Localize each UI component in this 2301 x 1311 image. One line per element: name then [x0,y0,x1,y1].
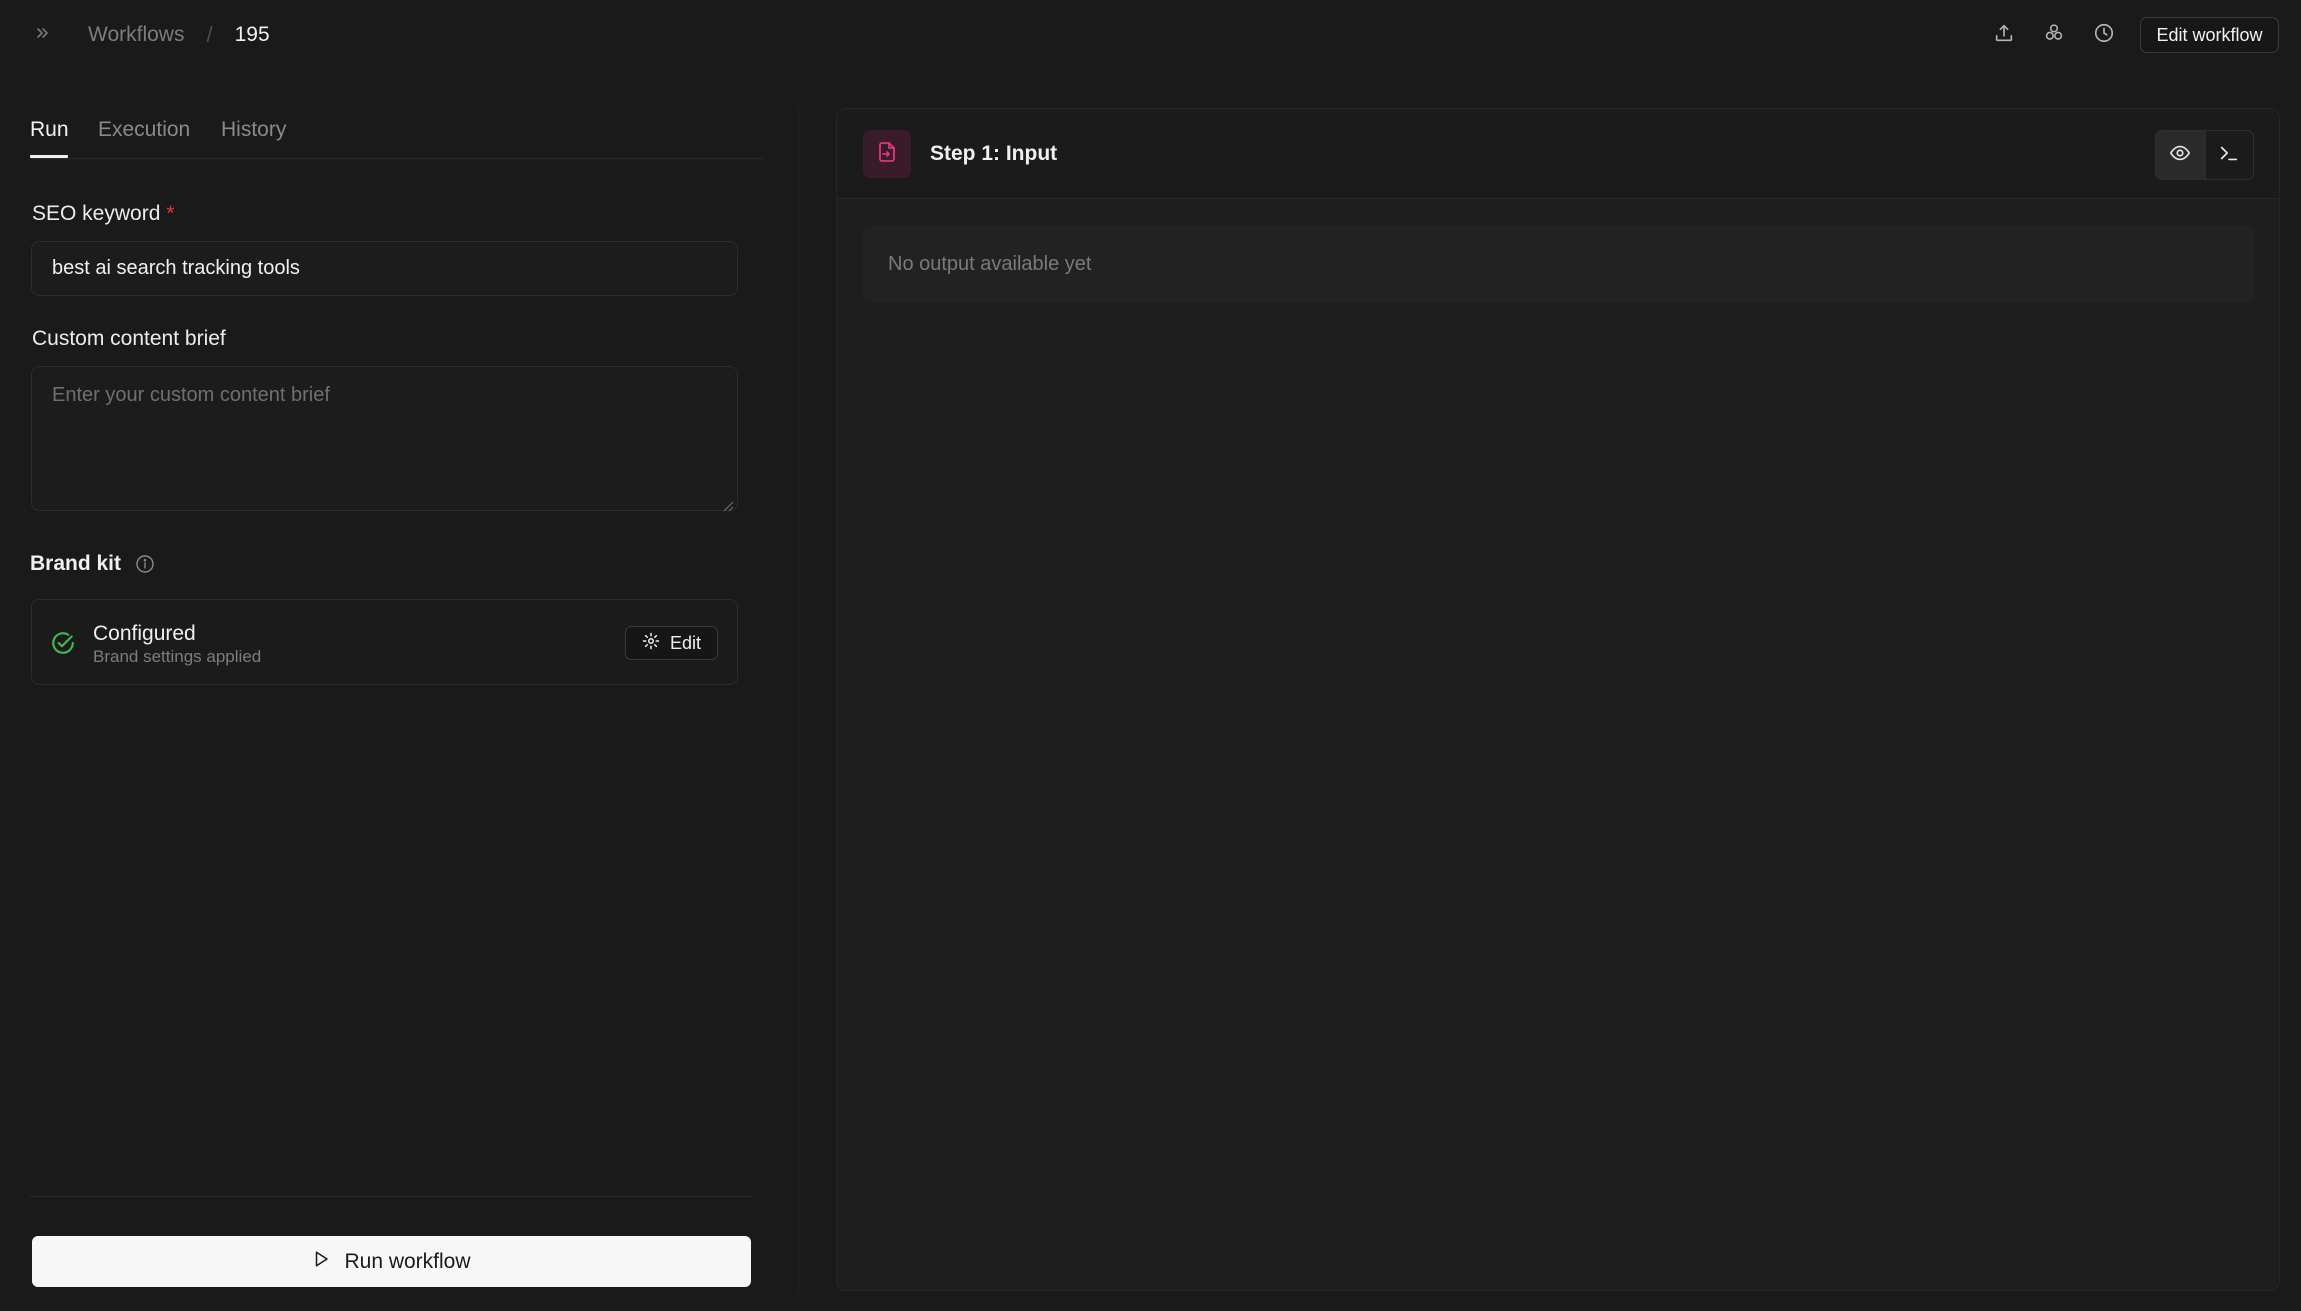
brand-kit-status: Configured [93,622,196,645]
brand-kit-label: Brand kit [30,552,122,575]
export-button[interactable] [1987,18,2021,52]
breadcrumb-current: 195 [234,23,270,46]
tab-run[interactable]: Run [30,118,69,142]
gear-icon [642,632,660,655]
step-header: Step 1: Input [837,109,2279,199]
breadcrumb-workflows-link[interactable]: Workflows [88,23,184,47]
components-icon [2043,22,2065,49]
brand-kit-edit-label: Edit [669,632,702,653]
seo-keyword-label: SEO keyword * [32,202,175,226]
custom-brief-label: Custom content brief [32,327,226,350]
info-icon[interactable] [135,554,155,574]
empty-output-text: No output available yet [888,252,1092,275]
components-button[interactable] [2037,18,2071,52]
panel-divider[interactable] [798,108,799,1293]
chevrons-right-icon [35,25,51,46]
resize-grip-icon[interactable] [722,495,734,512]
raw-view-button[interactable] [2204,131,2254,179]
output-empty-state: No output available yet [863,226,2254,302]
check-circle-icon [50,630,76,656]
brand-kit-card: Configured Brand settings applied Edit [31,599,738,685]
seo-keyword-input[interactable]: best ai search tracking tools [31,241,738,296]
seo-keyword-value: best ai search tracking tools [52,257,300,279]
clock-icon [2093,22,2115,49]
edit-workflow-button[interactable]: Edit workflow [2140,17,2279,53]
step-output-panel: Step 1: Input No output available yet [836,108,2280,1291]
expand-sidebar-button[interactable] [28,20,58,50]
tab-execution[interactable]: Execution [98,118,190,142]
terminal-icon [2218,142,2240,169]
run-workflow-button[interactable]: Run workflow [32,1236,751,1287]
breadcrumb: Workflows / 195 [88,22,270,48]
eye-icon [2169,142,2191,169]
play-icon [312,1250,330,1274]
custom-brief-placeholder: Enter your custom content brief [52,384,330,406]
run-workflow-label: Run workflow [344,1249,471,1273]
history-button[interactable] [2087,18,2121,52]
view-mode-toggle [2155,130,2254,180]
run-tabs: Run Execution History [30,114,763,159]
brand-kit-heading: Brand kit [30,552,155,576]
file-input-icon [875,140,899,169]
seo-keyword-label-text: SEO keyword [32,202,161,225]
brand-kit-edit-button[interactable]: Edit [625,626,718,660]
step-title: Step 1: Input [930,142,1058,165]
top-bar: Workflows / 195 Edit workflow [0,0,2301,72]
footer-divider [30,1196,751,1197]
preview-view-button[interactable] [2156,131,2205,179]
custom-brief-textarea[interactable]: Enter your custom content brief [31,366,738,512]
required-marker: * [166,202,175,225]
step-icon-badge [863,130,911,178]
brand-kit-status-detail: Brand settings applied [93,647,262,666]
breadcrumb-separator: / [206,22,213,47]
upload-icon [1993,22,2015,49]
tab-history[interactable]: History [221,118,286,142]
active-tab-indicator [30,155,68,158]
